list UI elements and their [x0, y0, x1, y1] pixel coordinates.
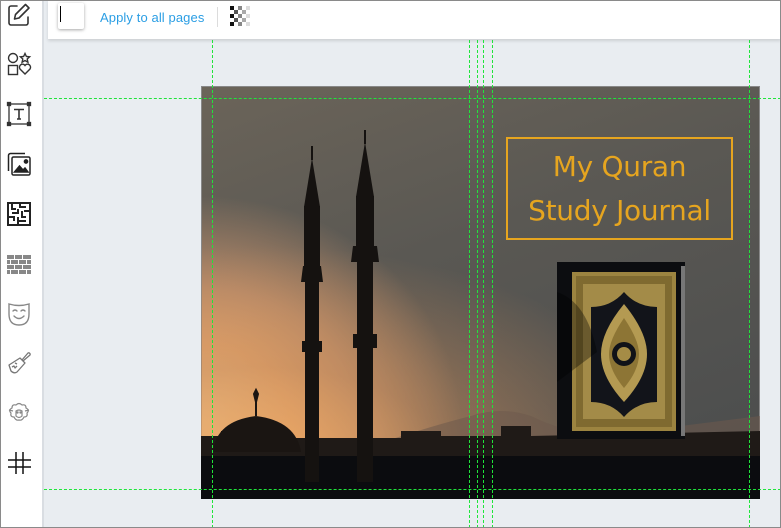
grid-hash-icon [8, 452, 31, 474]
pencil-square-icon [8, 3, 30, 26]
guide-line-vertical[interactable] [492, 40, 493, 528]
tool-sidebar [0, 0, 44, 528]
guide-line-vertical[interactable] [483, 40, 484, 528]
sheep-icon [8, 402, 30, 421]
apply-to-all-pages-link[interactable]: Apply to all pages [100, 10, 204, 25]
animals-tool[interactable] [5, 399, 33, 427]
guide-line-horizontal[interactable] [44, 489, 781, 490]
guide-line-vertical[interactable] [477, 40, 478, 528]
guide-line-vertical[interactable] [749, 40, 750, 528]
theater-mask-icon [8, 303, 30, 326]
text-box-icon [6, 101, 32, 127]
bricks-icon [7, 255, 31, 274]
cover-title-line-1: My Quran [552, 149, 687, 183]
edit-tool[interactable] [5, 1, 33, 29]
paint-tool[interactable] [5, 349, 33, 377]
text-tool[interactable] [5, 100, 33, 128]
images-tool[interactable] [5, 150, 33, 178]
shapes-tool[interactable] [5, 50, 33, 78]
guide-line-vertical[interactable] [469, 40, 470, 528]
shapes-icon [7, 51, 32, 76]
cover-title-line-2: Study Journal [528, 193, 711, 227]
quran-book-image[interactable] [557, 262, 685, 439]
guide-line-horizontal[interactable] [44, 98, 781, 99]
window-top-border [0, 0, 781, 1]
checkerboard-icon[interactable] [230, 6, 252, 28]
book-cover-canvas[interactable]: My Quran Study Journal [201, 86, 760, 499]
masks-tool[interactable] [5, 300, 33, 328]
guide-line-vertical[interactable] [212, 40, 213, 528]
patterns-tool[interactable] [5, 250, 33, 278]
cover-title-box[interactable]: My Quran Study Journal [506, 137, 733, 240]
paint-brush-icon [8, 352, 31, 374]
maze-icon [7, 202, 31, 226]
page-options-toolbar: Apply to all pages [48, 0, 781, 39]
text-caret [60, 6, 61, 22]
grid-tool[interactable] [5, 449, 33, 477]
background-color-picker[interactable] [58, 3, 84, 29]
puzzles-tool[interactable] [5, 200, 33, 228]
images-icon [7, 152, 31, 176]
toolbar-divider [217, 7, 218, 27]
